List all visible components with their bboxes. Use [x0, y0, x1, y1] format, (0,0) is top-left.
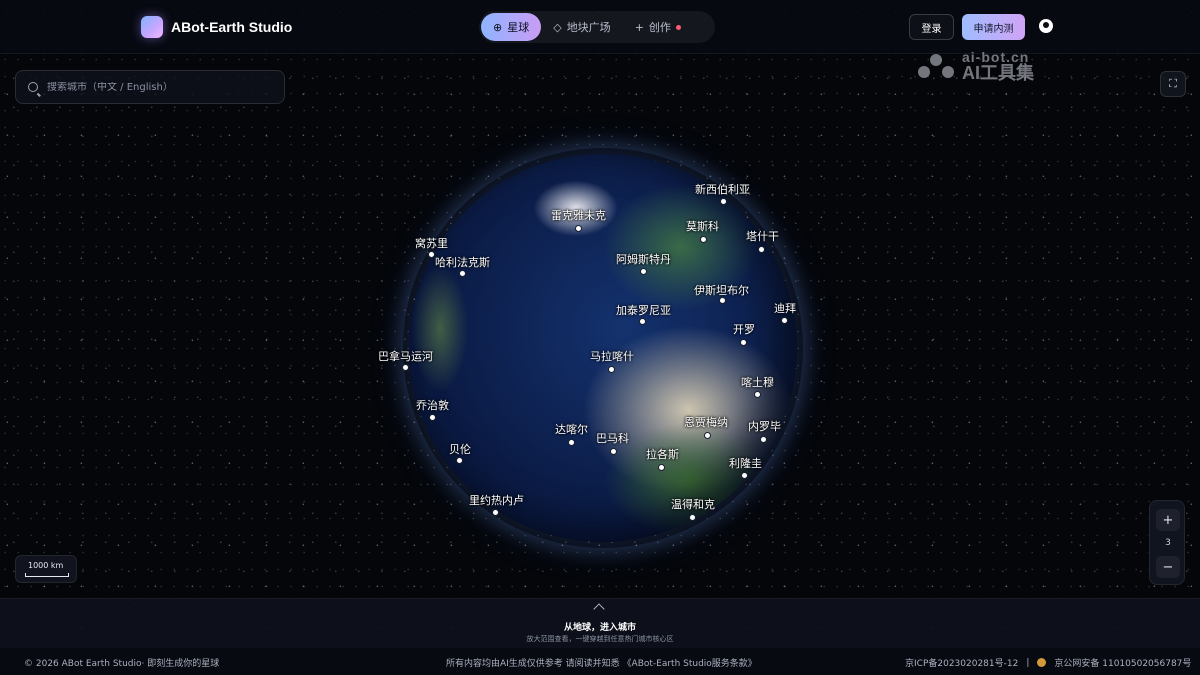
scale-label: 1000 km: [28, 561, 64, 570]
tab-plot-square[interactable]: ◇ 地块广场: [541, 13, 622, 41]
fullscreen-button[interactable]: ⛶: [1160, 71, 1186, 97]
city-label[interactable]: 温得和克: [671, 496, 715, 512]
city-label[interactable]: 达喀尔: [555, 421, 588, 437]
footer-copyright: © 2026 ABot Earth Studio· 即刻生成你的星球: [24, 659, 220, 669]
city-label[interactable]: 新西伯利亚: [695, 181, 750, 197]
city-pin[interactable]: [720, 198, 727, 205]
zoom-level: 3: [1165, 538, 1171, 548]
city-label[interactable]: 开罗: [733, 321, 755, 337]
city-label[interactable]: 塔什干: [746, 228, 779, 244]
footer-registration: 京ICP备2023020281号-12 | 京公网安备 110105020567…: [905, 656, 1191, 670]
zoom-out-button[interactable]: −: [1156, 556, 1180, 578]
city-search-box[interactable]: [15, 70, 285, 104]
watermark-logo-icon: [916, 52, 956, 80]
city-pin[interactable]: [704, 432, 711, 439]
layers-icon: ◇: [553, 20, 562, 34]
city-label[interactable]: 伊斯坦布尔: [694, 282, 749, 298]
city-label[interactable]: 阿姆斯特丹: [616, 251, 671, 267]
city-pin[interactable]: [689, 514, 696, 521]
city-label[interactable]: 内罗毕: [748, 418, 781, 434]
city-label[interactable]: 贝伦: [449, 441, 471, 457]
city-label[interactable]: 窝苏里: [415, 235, 448, 251]
city-pin[interactable]: [781, 317, 788, 324]
map-scale: 1000 km: [15, 555, 77, 583]
police-record-link[interactable]: 京公网安备 11010502056787号: [1054, 656, 1191, 669]
tab-create[interactable]: + 创作: [623, 13, 693, 41]
city-pin[interactable]: [658, 464, 665, 471]
fullscreen-icon: ⛶: [1169, 77, 1177, 90]
city-pin[interactable]: [610, 448, 617, 455]
city-label[interactable]: 莫斯科: [686, 218, 719, 234]
footer: © 2026 ABot Earth Studio· 即刻生成你的星球 所有内容均…: [0, 648, 1200, 675]
search-icon: [28, 82, 38, 92]
city-label[interactable]: 巴拿马运河: [378, 348, 433, 364]
city-pin[interactable]: [402, 364, 409, 371]
city-pin[interactable]: [608, 366, 615, 373]
city-label[interactable]: 里约热内卢: [469, 492, 524, 508]
zoom-in-button[interactable]: +: [1156, 509, 1180, 531]
apply-beta-button[interactable]: 申请内测: [962, 14, 1025, 40]
icp-link[interactable]: 京ICP备2023020281号-12: [905, 656, 1018, 669]
city-label[interactable]: 雷克雅未克: [551, 207, 606, 223]
city-pin[interactable]: [428, 251, 435, 258]
globe-icon: ⊕: [493, 20, 503, 34]
banner-title: 从地球，进入城市: [563, 623, 636, 633]
notification-dot: [675, 24, 681, 30]
city-pin[interactable]: [459, 270, 466, 277]
city-pin[interactable]: [575, 225, 582, 232]
tab-planet[interactable]: ⊕ 星球: [481, 13, 542, 41]
tab-label: 地块广场: [566, 21, 611, 34]
city-label[interactable]: 加泰罗尼亚: [616, 302, 671, 318]
watermark: ai-bot.cn AI工具集: [916, 50, 1034, 82]
watermark-name: AI工具集: [962, 63, 1034, 83]
watermark-text: ai-bot.cn AI工具集: [962, 50, 1034, 82]
tab-label: 创作: [648, 21, 671, 34]
plus-icon: +: [634, 20, 644, 34]
tab-label: 星球: [507, 21, 530, 34]
brand-logo-icon: [141, 16, 163, 38]
city-pin[interactable]: [700, 236, 707, 243]
city-pin[interactable]: [456, 457, 463, 464]
banner-subtitle: 放大范围查看，一键穿越到任意热门城市核心区: [526, 635, 674, 643]
github-icon[interactable]: [1039, 19, 1053, 33]
city-label[interactable]: 迪拜: [774, 300, 796, 316]
city-pin[interactable]: [639, 318, 646, 325]
city-pin[interactable]: [758, 246, 765, 253]
footer-separator: |: [1026, 657, 1030, 668]
city-pin[interactable]: [492, 509, 499, 516]
city-pin[interactable]: [429, 414, 436, 421]
zoom-control: + 3 −: [1149, 500, 1185, 585]
main-tabs: ⊕ 星球 ◇ 地块广场 + 创作: [479, 11, 715, 43]
city-label[interactable]: 哈利法克斯: [435, 254, 490, 270]
city-label[interactable]: 拉各斯: [646, 446, 679, 462]
footer-terms-link[interactable]: 所有内容均由AI生成仅供参考 请阅读并知悉 《ABot-Earth Studio…: [446, 656, 757, 669]
watermark-url: ai-bot.cn: [962, 49, 1030, 65]
brand[interactable]: ABot-Earth Studio: [141, 16, 292, 38]
city-pin[interactable]: [568, 439, 575, 446]
city-label[interactable]: 马拉喀什: [590, 348, 634, 364]
police-badge-icon: [1037, 658, 1047, 667]
city-label[interactable]: 利隆圭: [729, 455, 762, 471]
city-search-input[interactable]: [47, 81, 267, 93]
city-pin[interactable]: [741, 472, 748, 479]
city-pin[interactable]: [754, 391, 761, 398]
city-pin[interactable]: [719, 297, 726, 304]
scale-bar: [25, 573, 69, 577]
app-root: ABot-Earth Studio ⊕ 星球 ◇ 地块广场 + 创作 登录 申请…: [0, 0, 1200, 675]
city-label[interactable]: 喀土穆: [741, 374, 774, 390]
city-label[interactable]: 恩贾梅纳: [684, 414, 728, 430]
brand-name: ABot-Earth Studio: [171, 19, 293, 35]
city-pin[interactable]: [760, 436, 767, 443]
city-pin[interactable]: [640, 268, 647, 275]
city-label[interactable]: 乔治敦: [416, 397, 449, 413]
city-pin[interactable]: [740, 339, 747, 346]
top-navigation-bar: ABot-Earth Studio ⊕ 星球 ◇ 地块广场 + 创作 登录 申请…: [0, 0, 1200, 54]
city-label[interactable]: 巴马科: [596, 430, 629, 446]
login-button[interactable]: 登录: [909, 14, 954, 40]
